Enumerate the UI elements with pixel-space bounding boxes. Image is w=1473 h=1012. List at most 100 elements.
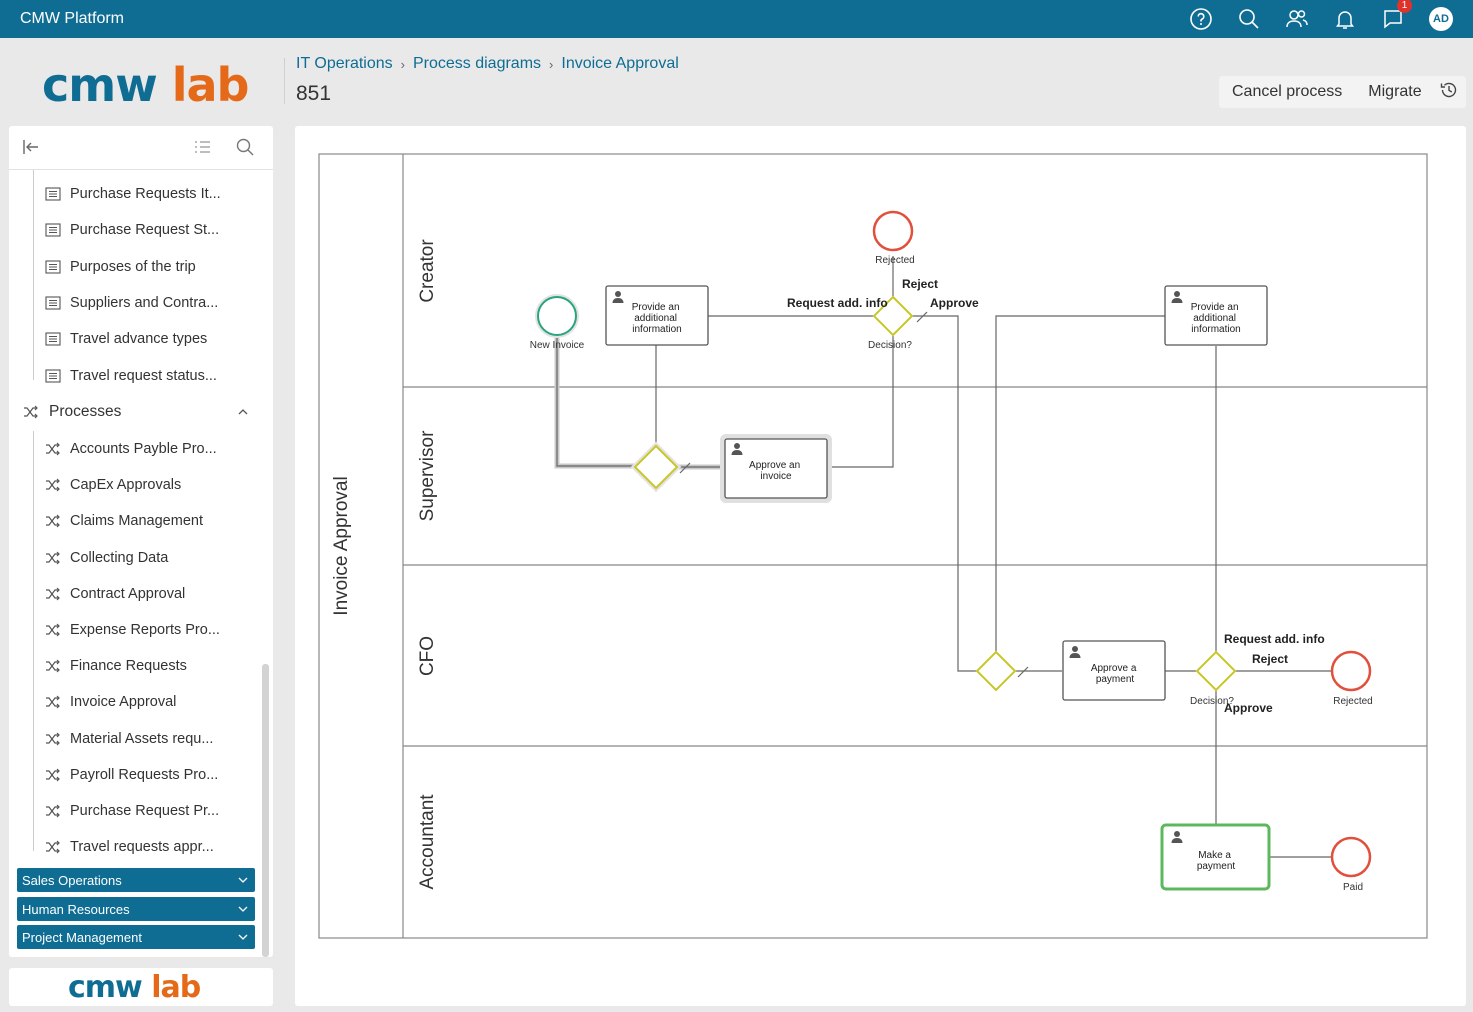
gateway-merge[interactable] <box>633 444 679 490</box>
sidebar-item-label: Contract Approval <box>70 585 186 602</box>
sidebar-section-human-resources[interactable]: Human Resources <box>17 897 255 921</box>
breadcrumb-it-operations[interactable]: IT Operations <box>296 55 393 73</box>
task-approve-payment[interactable]: Approve a payment <box>1062 640 1166 701</box>
lane-label-supervisor: Supervisor <box>417 430 438 521</box>
users-icon[interactable] <box>1285 7 1309 31</box>
sidebar-item-label: Finance Requests <box>70 658 187 675</box>
sequence-flows <box>655 256 1331 858</box>
shuffle-icon <box>46 732 60 746</box>
avatar[interactable]: AD <box>1429 7 1453 31</box>
sidebar-item-table[interactable]: Travel advance types <box>45 324 207 354</box>
lane-label-creator: Creator <box>417 239 438 303</box>
sidebar-item-process[interactable]: Travel requests appr... <box>45 832 214 862</box>
search-icon[interactable] <box>1237 7 1261 31</box>
top-bar: CMW Platform 1 AD <box>0 0 1473 38</box>
gateway-decision-cfo[interactable] <box>1195 650 1237 692</box>
breadcrumb: IT Operations › Process diagrams › Invoi… <box>296 55 679 73</box>
action-bar: Cancel process Migrate <box>1219 76 1466 108</box>
sidebar-item-table[interactable]: Purposes of the trip <box>45 252 196 282</box>
start-event-label: New Invoice <box>530 340 585 351</box>
sidebar-item-label: Travel advance types <box>70 331 208 348</box>
sidebar-item-process[interactable]: Invoice Approval <box>45 687 176 717</box>
sidebar-item-label: Travel requests appr... <box>70 839 214 856</box>
breadcrumb-invoice-approval[interactable]: Invoice Approval <box>561 55 678 73</box>
sidebar-section-sales-operations[interactable]: Sales Operations <box>17 868 255 892</box>
end-event-rejected-cfo[interactable] <box>1330 650 1372 692</box>
sidebar-section-project-management[interactable]: Project Management <box>17 925 255 949</box>
chevron-down-icon <box>238 906 248 912</box>
sidebar-item-process[interactable]: Material Assets requ... <box>45 724 213 754</box>
migrate-button[interactable]: Migrate <box>1355 83 1434 101</box>
shuffle-icon <box>46 514 60 528</box>
sidebar-search-icon[interactable] <box>235 137 255 162</box>
sidebar-item-label: Suppliers and Contra... <box>70 294 219 311</box>
lane-label-cfo: CFO <box>417 636 438 676</box>
task-provide-info-1[interactable]: Provide an additional information <box>605 285 709 346</box>
top-icons: 1 AD <box>1189 0 1453 38</box>
flow-label-reject: Reject <box>1252 652 1288 666</box>
svg-text:Provide an additiona: Provide an additional information <box>1191 302 1242 335</box>
chevron-up-icon <box>238 409 248 415</box>
task-approve-invoice[interactable]: Approve an invoice <box>720 434 832 503</box>
flow-label-approve: Approve <box>1224 701 1273 715</box>
task-provide-info-2[interactable]: Provide an additional information <box>1164 285 1268 346</box>
cancel-process-button[interactable]: Cancel process <box>1219 83 1355 101</box>
table-icon <box>45 332 61 346</box>
sidebar-item-label: Invoice Approval <box>70 694 177 711</box>
shuffle-icon <box>46 551 60 565</box>
sidebar-item-label: Purchase Requests It... <box>70 186 221 202</box>
sidebar-item-table[interactable]: Purchase Request St... <box>45 215 219 245</box>
list-view-icon[interactable] <box>192 137 212 162</box>
sidebar-item-process[interactable]: Claims Management <box>45 506 203 536</box>
gateway-merge-cfo[interactable] <box>975 650 1017 692</box>
sidebar-toolbar <box>9 126 273 170</box>
sidebar-item-process[interactable]: CapEx Approvals <box>45 470 181 500</box>
flow-label-request-info: Request add. info <box>1224 632 1325 646</box>
table-icon <box>45 187 61 201</box>
end-event-rejected[interactable] <box>872 210 914 252</box>
svg-text:Make a payment: Make a payment <box>1197 850 1236 872</box>
sidebar-item-table[interactable]: Travel request status... <box>45 361 217 391</box>
sidebar-item-label: Purchase Request St... <box>70 222 220 239</box>
breadcrumb-process-diagrams[interactable]: Process diagrams <box>413 55 541 73</box>
flow-label-approve: Approve <box>930 296 979 310</box>
end-event-label: Rejected <box>1333 696 1372 707</box>
chevron-right-icon: › <box>549 56 554 72</box>
executed-path-line <box>556 336 637 467</box>
sidebar-item-table[interactable]: Suppliers and Contra... <box>45 288 218 318</box>
sidebar-group-processes[interactable]: Processes <box>23 397 259 427</box>
sidebar-item-label: Accounts Payble Pro... <box>70 441 217 457</box>
sidebar-item-process[interactable]: Contract Approval <box>45 579 185 609</box>
sidebar-item-label: Purposes of the trip <box>70 258 196 275</box>
sidebar-item-process[interactable]: Purchase Request Pr... <box>45 796 219 826</box>
brand-logo[interactable]: cmw lab <box>42 58 249 112</box>
sidebar-item-label: Purchase Request Pr... <box>70 803 220 819</box>
bell-icon[interactable] <box>1333 7 1357 31</box>
sidebar-item-process[interactable]: Payroll Requests Pro... <box>45 760 218 790</box>
sidebar-item-label: Claims Management <box>70 513 203 530</box>
app-title: CMW Platform <box>20 10 124 27</box>
sidebar-scrollbar[interactable] <box>262 664 269 957</box>
collapse-sidebar-icon[interactable] <box>21 137 41 162</box>
svg-text:Approve a payment: Approve a payment <box>1091 663 1139 685</box>
messages-icon[interactable]: 1 <box>1381 0 1412 31</box>
lane-label-accountant: Accountant <box>417 794 438 890</box>
header-divider <box>284 58 285 104</box>
help-icon[interactable] <box>1189 7 1213 31</box>
sidebar: Purchase Requests It... Purchase Request … <box>9 126 273 957</box>
sidebar-item-process[interactable]: Expense Reports Pro... <box>45 615 220 645</box>
shuffle-icon <box>46 623 60 637</box>
chevron-down-icon <box>238 934 248 940</box>
end-event-paid[interactable] <box>1330 836 1372 878</box>
start-event[interactable] <box>537 296 577 336</box>
sidebar-item-process[interactable]: Accounts Payble Pro... <box>45 434 217 464</box>
sidebar-item-process[interactable]: Finance Requests <box>45 651 187 681</box>
sidebar-item-process[interactable]: Collecting Data <box>45 543 168 573</box>
task-make-payment[interactable]: Make a payment <box>1160 823 1271 891</box>
diagram-canvas: Invoice Approval Creator Supervisor CFO … <box>295 126 1466 1006</box>
shuffle-icon <box>46 768 60 782</box>
table-icon <box>45 260 61 274</box>
gateway-label: Decision? <box>868 340 912 351</box>
history-icon[interactable] <box>1439 80 1459 105</box>
sidebar-item-table[interactable]: Purchase Requests It... <box>45 179 221 209</box>
